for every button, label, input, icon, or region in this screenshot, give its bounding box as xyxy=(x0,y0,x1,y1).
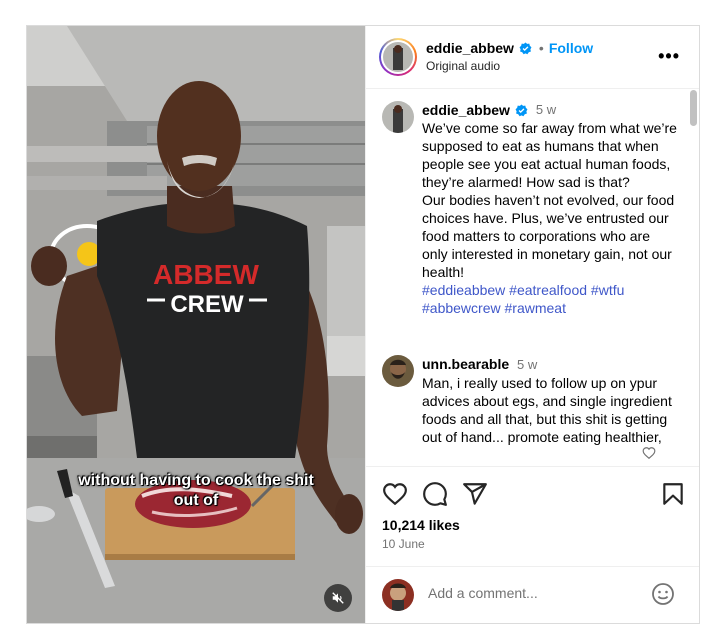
caption-time[interactable]: 5 w xyxy=(536,101,556,119)
header-separator: • xyxy=(538,40,544,56)
video-frame: ABBEW CREW xyxy=(27,26,365,623)
comment-input[interactable] xyxy=(426,584,650,602)
verified-badge-icon xyxy=(515,104,528,116)
comment-username[interactable]: unn.bearable xyxy=(422,356,509,372)
avatar-image xyxy=(382,355,414,387)
commenter-avatar[interactable] xyxy=(382,355,414,387)
likes-count[interactable]: 10,214 likes xyxy=(382,517,460,533)
avatar-image xyxy=(382,579,414,611)
header-username[interactable]: eddie_abbew xyxy=(426,40,514,56)
avatar-image xyxy=(383,42,413,72)
caption-username[interactable]: eddie_abbew xyxy=(422,101,510,119)
comment-time[interactable]: 5 w xyxy=(517,357,537,372)
post-details-panel: eddie_abbew • Follow Original audio ••• xyxy=(365,26,699,623)
header-user-row: eddie_abbew • Follow xyxy=(426,40,593,56)
speaker-muted-icon xyxy=(332,592,344,604)
like-comment-heart-icon[interactable] xyxy=(642,446,656,460)
verified-badge-icon xyxy=(519,42,532,54)
author-avatar[interactable] xyxy=(379,38,417,76)
mute-button[interactable] xyxy=(324,584,352,612)
emoji-icon[interactable] xyxy=(651,582,675,606)
post-header: eddie_abbew • Follow Original audio ••• xyxy=(366,26,699,89)
action-bar: 10,214 likes 10 June xyxy=(366,466,699,565)
caption-text: We’ve come so far away from what we’re s… xyxy=(422,120,677,280)
post-date[interactable]: 10 June xyxy=(382,537,425,551)
caption-line-1: without having to cook the shit xyxy=(78,472,314,489)
comment-text: Man, i really used to follow up on ypur … xyxy=(422,375,676,445)
more-options-button[interactable]: ••• xyxy=(658,46,680,67)
current-user-avatar xyxy=(382,579,414,611)
caption-hashtags[interactable]: #eddieabbew #eatrealfood #wtfu #abbewcre… xyxy=(422,281,678,317)
caption-author-avatar[interactable] xyxy=(382,101,414,133)
video-caption: without having to cook the shit out of xyxy=(27,471,365,511)
video-player[interactable]: ABBEW CREW without having to cook the sh… xyxy=(27,26,365,623)
add-comment-bar xyxy=(366,566,699,623)
shirt-line2: CREW xyxy=(170,291,244,318)
share-icon[interactable] xyxy=(462,481,488,507)
caption-line-2: out of xyxy=(173,492,219,509)
comments-list[interactable]: eddie_abbew 5 w We’ve come so far away f… xyxy=(366,89,699,466)
shirt-line1: ABBEW xyxy=(153,259,259,290)
bookmark-icon[interactable] xyxy=(660,481,686,507)
comments-scrollbar[interactable] xyxy=(690,90,697,126)
post-card: ABBEW CREW without having to cook the sh… xyxy=(26,25,700,624)
heart-icon[interactable] xyxy=(382,481,408,507)
avatar-image xyxy=(382,101,414,133)
audio-label[interactable]: Original audio xyxy=(426,59,500,73)
follow-button[interactable]: Follow xyxy=(549,40,593,56)
comment-icon[interactable] xyxy=(422,481,448,507)
